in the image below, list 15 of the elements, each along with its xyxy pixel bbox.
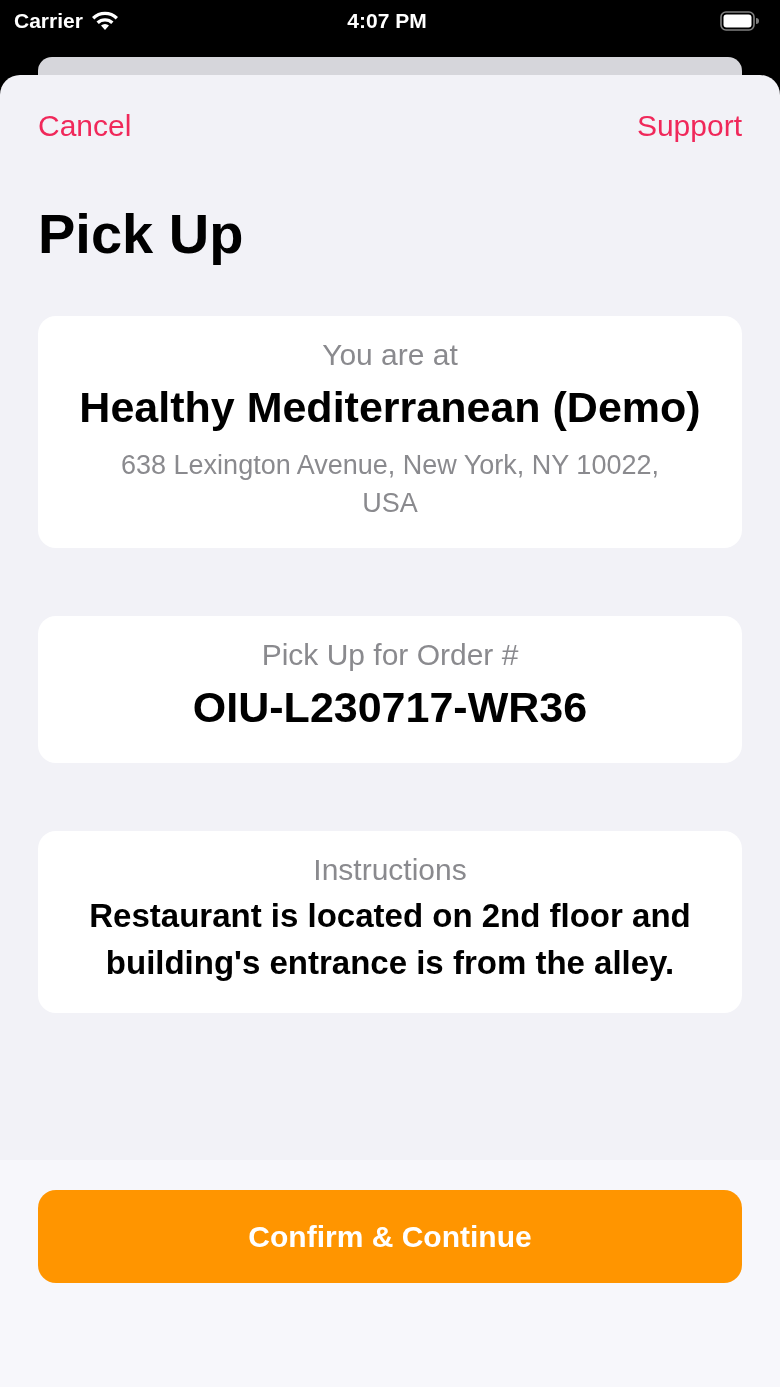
card-label: Pick Up for Order # (261, 637, 519, 672)
cancel-link[interactable]: Cancel (38, 109, 132, 143)
carrier-name: Carrier (14, 9, 83, 33)
battery-icon (720, 11, 760, 31)
card-label: You are at (322, 338, 458, 372)
card-label: Instructions (313, 853, 467, 888)
support-link[interactable]: Support (636, 109, 742, 143)
page-title: Pick Up (38, 201, 245, 266)
card-value: OIU-L230717-WR36 (192, 681, 588, 733)
card-value: Restaurant is located on 2nd floor and building's entrance is from the alley. (88, 896, 692, 983)
card-value: Healthy Mediterranean (Demo) (79, 382, 701, 433)
wifi-icon (90, 11, 119, 31)
confirm-button[interactable]: Confirm & Continue (38, 1190, 742, 1283)
clock-time: 4:07 PM (347, 9, 427, 32)
address-text: 638 Lexington Avenue, New York, NY 10022, USA (120, 449, 660, 520)
